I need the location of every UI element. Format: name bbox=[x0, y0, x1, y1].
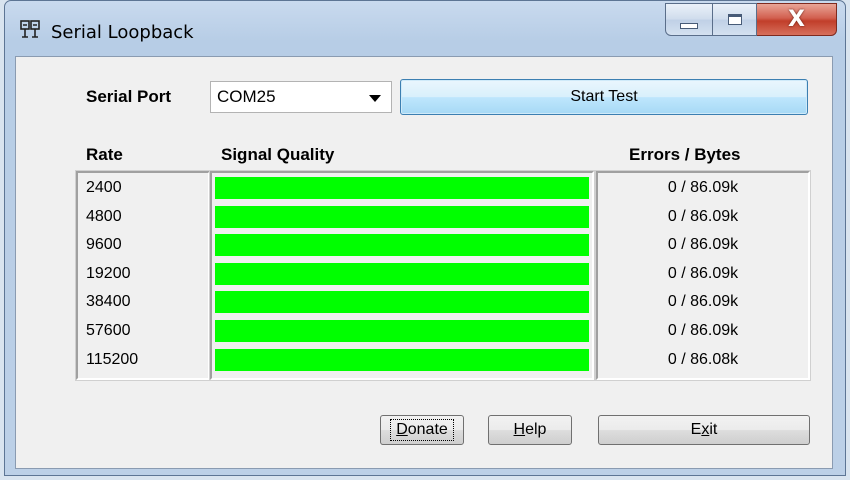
minimize-icon bbox=[680, 22, 698, 29]
serial-port-value: COM25 bbox=[217, 87, 276, 106]
start-test-button[interactable]: Start Test bbox=[400, 79, 808, 115]
client-area: Serial Port COM25 Start Test Rate Signal… bbox=[15, 56, 833, 469]
signal-quality-bar bbox=[215, 291, 589, 314]
errors-bytes-list: 0 / 86.09k 0 / 86.09k 0 / 86.09k 0 / 86.09k… bbox=[595, 170, 811, 381]
help-button[interactable]: Help bbox=[488, 415, 572, 445]
signal-quality-bar bbox=[215, 262, 589, 285]
rate-item[interactable]: 115200 bbox=[86, 351, 138, 369]
signal-quality-bar bbox=[215, 177, 589, 199]
errors-bytes-item: 0 / 86.09k bbox=[667, 179, 739, 196]
signal-quality-bar-fill bbox=[215, 177, 589, 199]
exit-button[interactable]: Exit bbox=[598, 415, 810, 445]
signal-quality-bar bbox=[215, 205, 589, 228]
serial-port-label: Serial Port bbox=[86, 87, 172, 106]
chevron-down-icon[interactable] bbox=[369, 95, 381, 102]
serial-port-select[interactable]: COM25 bbox=[210, 81, 392, 113]
signal-quality-bar-fill bbox=[215, 348, 589, 371]
help-label: Help bbox=[513, 421, 547, 438]
errors-bytes-column-header: Errors / Bytes bbox=[629, 145, 741, 164]
maximize-icon bbox=[727, 14, 742, 25]
rate-item[interactable]: 9600 bbox=[86, 236, 122, 254]
maximize-button[interactable] bbox=[713, 3, 757, 36]
signal-quality-bar bbox=[215, 348, 589, 371]
rate-column-header: Rate bbox=[86, 145, 123, 164]
rate-item[interactable]: 38400 bbox=[86, 293, 131, 311]
errors-bytes-item: 0 / 86.09k bbox=[667, 207, 739, 225]
signal-quality-bar-fill bbox=[215, 234, 589, 257]
serial-loopback-icon bbox=[20, 20, 40, 38]
start-test-label: Start Test bbox=[570, 88, 638, 105]
window-title: Serial Loopback bbox=[51, 22, 194, 43]
donate-label: Donate bbox=[390, 419, 454, 441]
rate-item[interactable]: 57600 bbox=[86, 322, 131, 340]
errors-bytes-item: 0 / 86.09k bbox=[667, 322, 739, 339]
exit-label: Exit bbox=[690, 421, 718, 438]
errors-bytes-item: 0 / 86.09k bbox=[667, 236, 739, 254]
signal-quality-bar bbox=[215, 234, 589, 257]
signal-quality-panel bbox=[209, 170, 595, 381]
donate-button[interactable]: Donate bbox=[380, 415, 464, 445]
errors-bytes-item: 0 / 86.09k bbox=[667, 264, 739, 282]
rate-item[interactable]: 19200 bbox=[86, 265, 131, 283]
rate-item[interactable]: 2400 bbox=[86, 179, 122, 197]
rate-item[interactable]: 4800 bbox=[86, 208, 122, 226]
signal-quality-column-header: Signal Quality bbox=[221, 145, 335, 164]
minimize-button[interactable] bbox=[665, 3, 713, 36]
signal-quality-bar-fill bbox=[215, 291, 589, 314]
signal-quality-bar-fill bbox=[215, 262, 589, 285]
signal-quality-bar bbox=[215, 320, 589, 342]
errors-bytes-item: 0 / 86.09k bbox=[667, 293, 739, 311]
caption-buttons: X bbox=[665, 3, 837, 36]
title-bar[interactable]: Serial Loopback X bbox=[5, 1, 845, 57]
errors-bytes-item: 0 / 86.08k bbox=[667, 350, 739, 368]
signal-quality-bar-fill bbox=[215, 320, 589, 342]
close-icon: X bbox=[788, 6, 805, 32]
serial-loopback-window: Serial Loopback X Serial Port COM25 Star… bbox=[4, 0, 846, 476]
signal-quality-bar-fill bbox=[215, 205, 589, 228]
rate-list[interactable]: 2400 4800 9600 19200 38400 57600 115200 bbox=[75, 170, 211, 381]
close-button[interactable]: X bbox=[757, 3, 837, 36]
